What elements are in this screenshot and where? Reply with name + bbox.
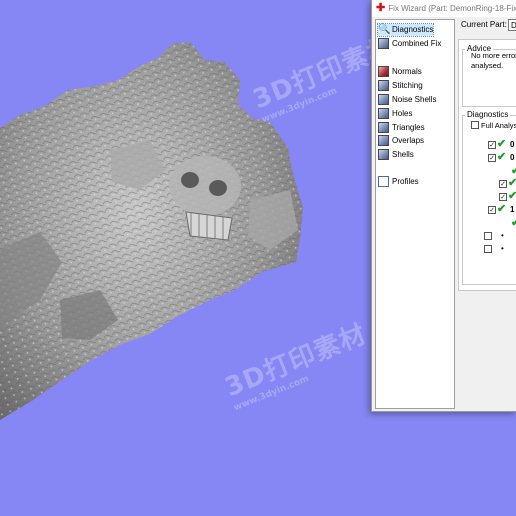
nav-item-label: Shells [392, 150, 414, 159]
diag-bullet: • [501, 231, 504, 240]
diag-row-checkbox[interactable]: ✓ [499, 193, 507, 201]
check-ok-icon: ✔ [497, 151, 507, 163]
diag-row-value: 1 [510, 205, 515, 214]
window-titlebar[interactable]: ✚ Fix Wizard (Part: DemonRing-18-Fixe [372, 0, 516, 17]
nav-item-shells[interactable]: Shells [378, 149, 414, 161]
nav-item-overlaps[interactable]: Overlaps [378, 135, 424, 147]
nav-item-holes[interactable]: Holes [378, 108, 412, 120]
cube-icon [378, 135, 389, 146]
check-ok-icon: ✔ [511, 166, 516, 177]
cube-icon [378, 80, 389, 91]
nav-item-profiles[interactable]: Profiles [378, 176, 419, 188]
cube-icon [378, 94, 389, 105]
nav-item-label: Normals [392, 67, 422, 76]
cube-icon [378, 122, 389, 133]
nav-item-triangles[interactable]: Triangles [378, 122, 425, 134]
fix-wizard-window: ✚ Fix Wizard (Part: DemonRing-18-Fixe 🔍 Di… [371, 0, 516, 412]
diag-row-value: 0 [510, 140, 515, 149]
nav-item-label: Overlaps [392, 136, 425, 145]
app-cross-icon: ✚ [376, 2, 386, 14]
red-cube-icon [378, 66, 389, 77]
current-part-label: Current Part: [461, 20, 507, 29]
diag-row-checkbox[interactable]: ✓ [488, 206, 496, 214]
diag-row-checkbox[interactable]: ✓ [499, 180, 507, 188]
diag-row-checkbox[interactable]: ✓ [488, 154, 496, 162]
check-ok-icon: ✔ [497, 203, 507, 215]
nav-item-label: Holes [392, 109, 413, 118]
nav-item-stitching[interactable]: Stitching [378, 80, 423, 92]
wizard-nav-pane: 🔍 Diagnostics Combined Fix Normals Stitch… [375, 19, 455, 409]
nav-item-diagnostics[interactable]: 🔍 Diagnostics [376, 23, 435, 37]
wizard-content-pane: Current Part: D Advice Diagnostics [456, 17, 516, 411]
check-ok-icon: ✔ [508, 178, 516, 189]
diag-row-checkbox[interactable]: ✓ [488, 141, 496, 149]
diagnostics-group-title: Diagnostics [465, 110, 511, 119]
nav-item-label: Diagnostics [392, 25, 434, 34]
check-ok-icon: ✔ [511, 218, 516, 229]
document-icon [378, 176, 389, 187]
nav-item-combined-fix[interactable]: Combined Fix [378, 38, 441, 50]
nav-item-label: Triangles [392, 123, 425, 132]
nav-item-noise-shells[interactable]: Noise Shells [378, 94, 436, 106]
advice-message-line2: analysed. [471, 61, 504, 70]
cube-icon [378, 38, 389, 49]
diag-row-checkbox[interactable] [484, 232, 492, 240]
nav-item-label: Stitching [392, 81, 423, 90]
diagnostics-panel: Advice Diagnostics [458, 39, 516, 291]
cube-icon [378, 149, 389, 160]
check-ok-icon: ✔ [497, 138, 507, 150]
diag-bullet: • [501, 244, 504, 253]
nav-item-normals[interactable]: Normals [378, 66, 422, 78]
full-analysis-label: Full Analysis [481, 121, 516, 130]
diag-row-value: 0 [510, 153, 515, 162]
nav-item-label: Noise Shells [392, 95, 437, 104]
current-part-select[interactable]: D [508, 19, 516, 31]
window-title: Fix Wizard (Part: DemonRing-18-Fixe [388, 4, 516, 13]
diag-row-checkbox[interactable] [484, 245, 492, 253]
cube-icon [378, 108, 389, 119]
magnifier-icon: 🔍 [378, 24, 391, 35]
advice-message-line1: No more error [471, 51, 516, 60]
nav-item-label: Profiles [392, 177, 419, 186]
nav-item-label: Combined Fix [392, 39, 442, 48]
full-analysis-checkbox[interactable] [471, 121, 479, 129]
check-ok-icon: ✔ [508, 191, 516, 202]
